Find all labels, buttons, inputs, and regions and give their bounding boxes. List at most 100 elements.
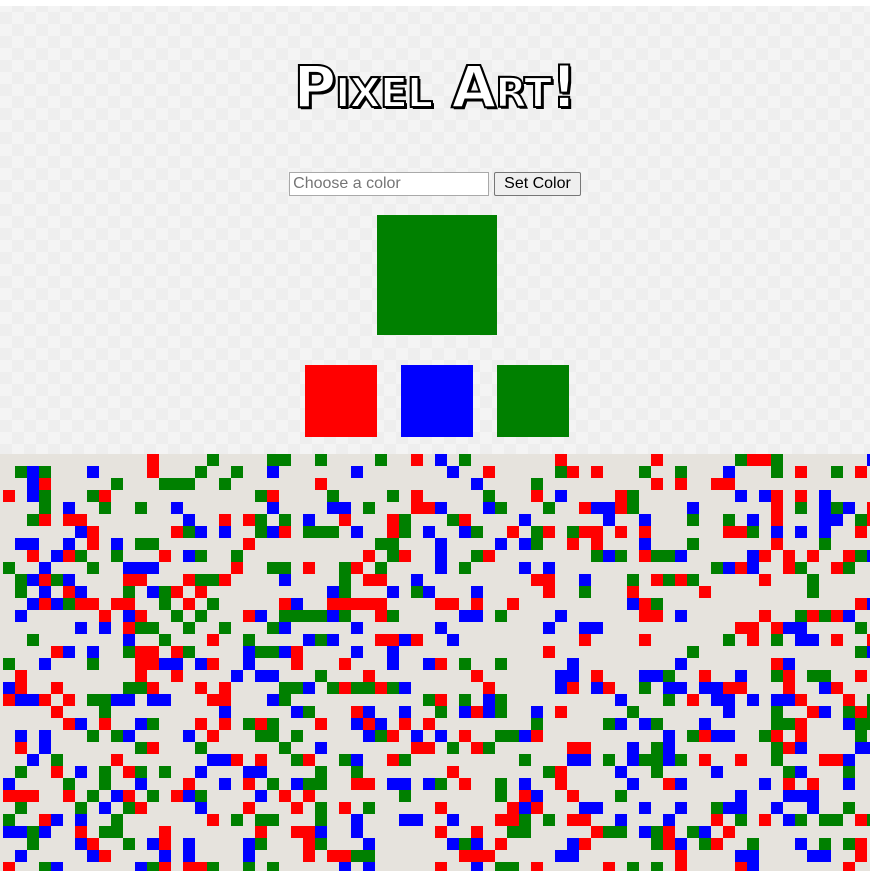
canvas-pixel[interactable] [3, 490, 15, 502]
canvas-pixel[interactable] [219, 478, 231, 490]
canvas-pixel[interactable] [63, 502, 75, 514]
canvas-pixel[interactable] [783, 562, 795, 574]
canvas-pixel[interactable] [471, 826, 483, 838]
canvas-pixel[interactable] [819, 526, 831, 538]
canvas-pixel[interactable] [639, 682, 651, 694]
canvas-pixel[interactable] [195, 802, 207, 814]
canvas-pixel[interactable] [747, 694, 759, 706]
canvas-pixel[interactable] [555, 490, 567, 502]
canvas-pixel[interactable] [663, 574, 675, 586]
canvas-pixel[interactable] [555, 778, 567, 790]
canvas-pixel[interactable] [279, 526, 291, 538]
canvas-pixel[interactable] [579, 814, 591, 826]
canvas-pixel[interactable] [39, 826, 51, 838]
canvas-pixel[interactable] [63, 586, 75, 598]
canvas-pixel[interactable] [555, 706, 567, 718]
canvas-pixel[interactable] [291, 730, 303, 742]
canvas-pixel[interactable] [183, 526, 195, 538]
canvas-pixel[interactable] [147, 586, 159, 598]
canvas-pixel[interactable] [255, 610, 267, 622]
canvas-pixel[interactable] [351, 766, 363, 778]
canvas-pixel[interactable] [99, 706, 111, 718]
canvas-pixel[interactable] [435, 826, 447, 838]
palette-swatch-red[interactable] [305, 365, 377, 437]
canvas-pixel[interactable] [639, 718, 651, 730]
canvas-pixel[interactable] [183, 778, 195, 790]
canvas-pixel[interactable] [819, 670, 831, 682]
canvas-pixel[interactable] [123, 838, 135, 850]
canvas-pixel[interactable] [795, 490, 807, 502]
canvas-pixel[interactable] [135, 778, 147, 790]
canvas-pixel[interactable] [51, 682, 63, 694]
canvas-pixel[interactable] [219, 526, 231, 538]
canvas-pixel[interactable] [531, 706, 543, 718]
canvas-pixel[interactable] [639, 802, 651, 814]
canvas-pixel[interactable] [663, 754, 675, 766]
canvas-pixel[interactable] [687, 646, 699, 658]
canvas-pixel[interactable] [795, 838, 807, 850]
canvas-pixel[interactable] [195, 682, 207, 694]
canvas-pixel[interactable] [459, 778, 471, 790]
canvas-pixel[interactable] [363, 778, 375, 790]
canvas-pixel[interactable] [459, 838, 471, 850]
canvas-pixel[interactable] [711, 562, 723, 574]
canvas-pixel[interactable] [3, 658, 15, 670]
canvas-pixel[interactable] [147, 538, 159, 550]
canvas-pixel[interactable] [255, 490, 267, 502]
canvas-pixel[interactable] [219, 622, 231, 634]
canvas-pixel[interactable] [267, 502, 279, 514]
canvas-pixel[interactable] [351, 646, 363, 658]
canvas-pixel[interactable] [699, 718, 711, 730]
canvas-pixel[interactable] [795, 790, 807, 802]
canvas-pixel[interactable] [723, 466, 735, 478]
canvas-pixel[interactable] [339, 862, 351, 871]
canvas-pixel[interactable] [135, 742, 147, 754]
canvas-pixel[interactable] [279, 514, 291, 526]
canvas-pixel[interactable] [171, 478, 183, 490]
canvas-pixel[interactable] [75, 766, 87, 778]
canvas-pixel[interactable] [123, 610, 135, 622]
canvas-pixel[interactable] [27, 550, 39, 562]
canvas-pixel[interactable] [723, 526, 735, 538]
canvas-pixel[interactable] [207, 814, 219, 826]
canvas-pixel[interactable] [75, 598, 87, 610]
canvas-pixel[interactable] [255, 766, 267, 778]
canvas-pixel[interactable] [375, 454, 387, 466]
canvas-pixel[interactable] [519, 562, 531, 574]
canvas-pixel[interactable] [327, 490, 339, 502]
canvas-pixel[interactable] [627, 862, 639, 871]
canvas-pixel[interactable] [771, 802, 783, 814]
canvas-pixel[interactable] [531, 478, 543, 490]
canvas-pixel[interactable] [555, 682, 567, 694]
canvas-pixel[interactable] [807, 670, 819, 682]
canvas-pixel[interactable] [567, 790, 579, 802]
canvas-pixel[interactable] [123, 682, 135, 694]
canvas-pixel[interactable] [579, 622, 591, 634]
canvas-pixel[interactable] [651, 754, 663, 766]
canvas-pixel[interactable] [123, 622, 135, 634]
canvas-pixel[interactable] [279, 610, 291, 622]
canvas-pixel[interactable] [723, 634, 735, 646]
canvas-pixel[interactable] [711, 478, 723, 490]
canvas-pixel[interactable] [183, 730, 195, 742]
canvas-pixel[interactable] [579, 526, 591, 538]
canvas-pixel[interactable] [123, 574, 135, 586]
canvas-pixel[interactable] [99, 766, 111, 778]
canvas-pixel[interactable] [75, 514, 87, 526]
canvas-pixel[interactable] [855, 706, 867, 718]
canvas-pixel[interactable] [87, 598, 99, 610]
canvas-pixel[interactable] [255, 718, 267, 730]
canvas-pixel[interactable] [651, 838, 663, 850]
canvas-pixel[interactable] [315, 670, 327, 682]
canvas-pixel[interactable] [531, 490, 543, 502]
canvas-pixel[interactable] [387, 658, 399, 670]
canvas-pixel[interactable] [303, 778, 315, 790]
canvas-pixel[interactable] [219, 694, 231, 706]
canvas-pixel[interactable] [291, 706, 303, 718]
canvas-pixel[interactable] [279, 574, 291, 586]
canvas-pixel[interactable] [39, 514, 51, 526]
canvas-pixel[interactable] [303, 706, 315, 718]
canvas-pixel[interactable] [615, 718, 627, 730]
canvas-pixel[interactable] [663, 778, 675, 790]
canvas-pixel[interactable] [195, 790, 207, 802]
